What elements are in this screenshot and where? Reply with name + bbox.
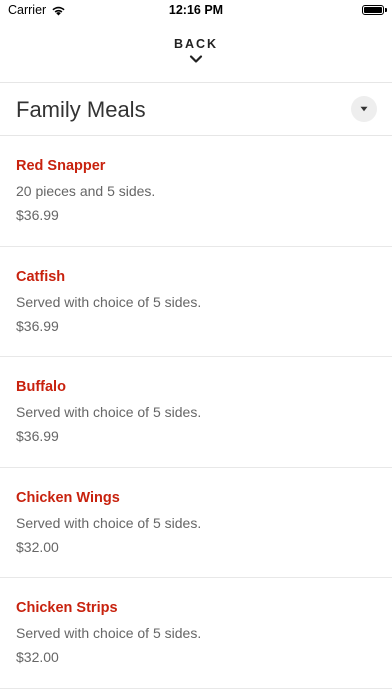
back-label: BACK (173, 37, 219, 51)
item-name: Chicken Wings (16, 489, 120, 506)
battery-fill (364, 7, 382, 13)
menu-item[interactable]: Red Snapper 20 pieces and 5 sides. $36.9… (0, 136, 392, 247)
caret-down-icon (360, 106, 368, 112)
status-time: 12:16 PM (168, 3, 224, 17)
section-header: Family Meals (0, 83, 392, 135)
menu-item[interactable]: Buffalo Served with choice of 5 sides. $… (0, 357, 392, 468)
menu-item[interactable]: Chicken Wings Served with choice of 5 si… (0, 468, 392, 578)
battery-tip (385, 8, 387, 12)
item-name: Red Snapper (16, 158, 106, 174)
item-name: Catfish (16, 268, 66, 285)
item-description: 20 pieces and 5 sides. (16, 183, 156, 199)
item-name: Chicken Strips (16, 600, 118, 616)
section-title: Family Meals (16, 97, 146, 122)
item-price: $32.00 (16, 649, 59, 665)
item-price: $36.99 (16, 428, 59, 444)
item-price: $36.99 (16, 317, 59, 334)
status-bar: Carrier 12:16 PM (0, 0, 392, 22)
item-description: Served with choice of 5 sides. (16, 293, 202, 310)
back-button[interactable]: BACK (0, 30, 392, 82)
category-dropdown-button[interactable] (351, 96, 377, 122)
item-description: Served with choice of 5 sides. (16, 625, 202, 641)
battery-icon (362, 5, 384, 15)
chevron-down-icon (189, 55, 203, 63)
item-name: Buffalo (16, 379, 66, 395)
item-price: $36.99 (16, 207, 59, 223)
item-price: $32.00 (16, 538, 59, 555)
menu-item[interactable]: Chicken Strips Served with choice of 5 s… (0, 578, 392, 689)
item-description: Served with choice of 5 sides. (16, 404, 202, 420)
menu-item[interactable]: Catfish Served with choice of 5 sides. $… (0, 247, 392, 357)
item-description: Served with choice of 5 sides. (16, 514, 202, 531)
menu-list: Red Snapper 20 pieces and 5 sides. $36.9… (0, 136, 392, 689)
